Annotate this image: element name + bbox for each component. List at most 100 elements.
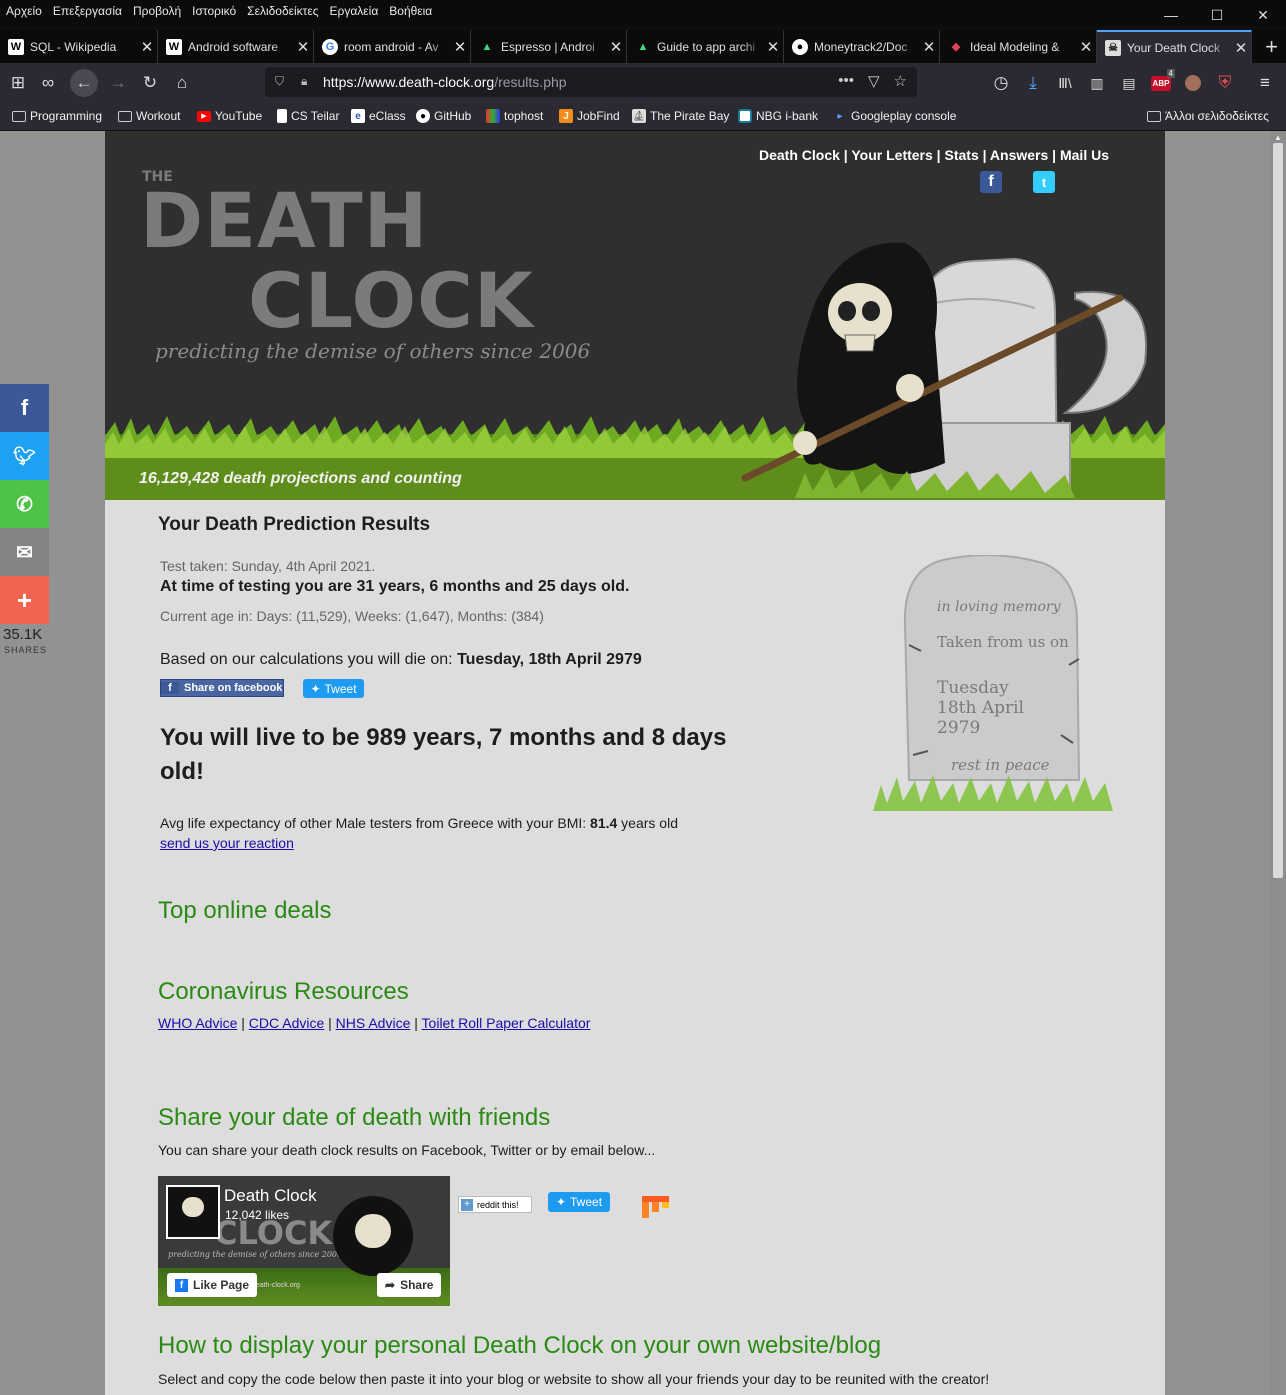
whatsapp-icon[interactable]: ✆ bbox=[0, 480, 49, 528]
bookmark-tophost[interactable]: tophost bbox=[486, 109, 543, 123]
facebook-page-widget[interactable]: CLOCK predicting the demise of others si… bbox=[158, 1176, 450, 1306]
facebook-share-button[interactable]: f Share on facebook bbox=[160, 679, 284, 697]
bookmark-pirate-bay[interactable]: ⛵︎ The Pirate Bay bbox=[632, 109, 729, 123]
tab-sql-wikipedia[interactable]: W SQL - Wikipedia ✕ bbox=[0, 30, 158, 63]
cdc-advice-link[interactable]: CDC Advice bbox=[249, 1015, 324, 1031]
nav-answers[interactable]: Answers bbox=[990, 147, 1048, 163]
bookmark-workout[interactable]: Workout bbox=[118, 109, 180, 123]
avatar-icon[interactable] bbox=[1179, 69, 1207, 97]
like-page-button[interactable]: f Like Page bbox=[167, 1273, 258, 1297]
forward-icon[interactable]: → bbox=[104, 69, 132, 97]
lock-icon[interactable]: 🔒︎ bbox=[301, 74, 307, 89]
adblock-plus-icon[interactable]: ABP 4 bbox=[1147, 69, 1175, 97]
url-text[interactable]: https://www.death-clock.org/results.php bbox=[323, 74, 567, 90]
close-tab-icon[interactable]: ✕ bbox=[137, 38, 157, 56]
scrollbar-thumb[interactable] bbox=[1273, 143, 1283, 878]
new-tab-icon[interactable]: + bbox=[1265, 34, 1278, 60]
tab-title: Guide to app archi bbox=[657, 39, 756, 54]
page-scrollbar[interactable]: ▲ bbox=[1270, 131, 1286, 1395]
page-avatar[interactable] bbox=[166, 1185, 220, 1239]
tab-moneytrack[interactable]: ● Moneytrack2/Doc ✕ bbox=[784, 30, 940, 63]
url-path: /results.php bbox=[494, 74, 567, 90]
menu-history[interactable]: Ιστορικό bbox=[192, 4, 236, 18]
page-actions-icon[interactable]: ••• bbox=[838, 72, 854, 90]
tab-guide-app-arch[interactable]: ▲ Guide to app archi ✕ bbox=[627, 30, 784, 63]
close-tab-icon[interactable]: ✕ bbox=[919, 38, 939, 56]
github-icon: ● bbox=[792, 38, 808, 55]
tweet-button[interactable]: ✦ Tweet bbox=[303, 679, 364, 698]
tweet-button-2[interactable]: ✦ Tweet bbox=[548, 1192, 610, 1212]
menu-help[interactable]: Βοήθεια bbox=[389, 4, 432, 18]
twitter-icon[interactable]: 🐦︎ bbox=[0, 432, 49, 480]
close-tab-icon[interactable]: ✕ bbox=[1231, 39, 1251, 57]
menu-tools[interactable]: Εργαλεία bbox=[330, 4, 379, 18]
scroll-up-icon[interactable]: ▲ bbox=[1274, 133, 1282, 142]
history-clock-icon[interactable]: ◷ bbox=[987, 69, 1015, 97]
back-icon[interactable]: ← bbox=[70, 69, 98, 97]
toilet-roll-calculator-link[interactable]: Toilet Roll Paper Calculator bbox=[422, 1015, 591, 1031]
sidebar-icon[interactable]: ▥ bbox=[1083, 69, 1111, 97]
download-icon[interactable]: ⤓ bbox=[1019, 69, 1047, 97]
bookmark-cs-teilar[interactable]: CS Teilar bbox=[277, 109, 339, 123]
hamburger-menu-icon[interactable]: ≡ bbox=[1251, 69, 1279, 97]
close-window-icon[interactable]: ✕ bbox=[1240, 0, 1286, 30]
tab-room-android[interactable]: G room android - Av ✕ bbox=[314, 30, 471, 63]
nav-your-letters[interactable]: Your Letters bbox=[851, 147, 932, 163]
facebook-icon[interactable]: f bbox=[0, 384, 49, 432]
library-icon[interactable]: Ⅲ\ bbox=[1051, 69, 1079, 97]
bookmark-eclass[interactable]: e eClass bbox=[351, 109, 406, 123]
bookmark-github[interactable]: ● GitHub bbox=[416, 109, 471, 123]
projection-count: 16,129,428 death projections and countin… bbox=[139, 470, 462, 487]
bookmark-nbg[interactable]: NBG i-bank bbox=[738, 109, 818, 123]
private-mask-icon[interactable]: ∞ bbox=[34, 69, 62, 97]
tomb-line4: 18th April bbox=[937, 698, 1024, 718]
logo-death: DEATH bbox=[140, 176, 429, 265]
bookmark-jobfind[interactable]: J JobFind bbox=[559, 109, 620, 123]
mix-share-icon[interactable] bbox=[640, 1192, 672, 1220]
menu-file[interactable]: Αρχείο bbox=[6, 4, 42, 18]
home-icon[interactable]: ⌂ bbox=[168, 69, 196, 97]
menu-bookmarks[interactable]: Σελιδοδείκτες bbox=[247, 4, 318, 18]
url-bar[interactable]: ⛉ 🔒︎ https://www.death-clock.org/results… bbox=[265, 67, 917, 97]
more-share-icon[interactable]: + bbox=[0, 576, 49, 624]
reader-icon[interactable]: ▤ bbox=[1115, 69, 1143, 97]
bookmark-label: GitHub bbox=[434, 109, 472, 123]
reddit-label: reddit this! bbox=[477, 1199, 519, 1210]
facebook-icon[interactable]: f bbox=[980, 171, 1002, 193]
nhs-advice-link[interactable]: NHS Advice bbox=[336, 1015, 411, 1031]
bookmark-googleplay[interactable]: ▸ Googleplay console bbox=[833, 109, 956, 123]
bookmark-programming[interactable]: Programming bbox=[12, 109, 102, 123]
who-advice-link[interactable]: WHO Advice bbox=[158, 1015, 237, 1031]
tab-ideal-modeling[interactable]: ◆ Ideal Modeling & ✕ bbox=[940, 30, 1097, 63]
close-tab-icon[interactable]: ✕ bbox=[763, 38, 783, 56]
folder-icon bbox=[118, 110, 132, 122]
tracking-shield-icon[interactable]: ⛉ bbox=[275, 74, 284, 89]
menu-edit[interactable]: Επεξεργασία bbox=[53, 4, 122, 18]
nav-mail-us[interactable]: Mail Us bbox=[1060, 147, 1109, 163]
send-reaction-link[interactable]: send us your reaction bbox=[160, 835, 294, 851]
maximize-icon[interactable]: ☐ bbox=[1194, 0, 1240, 30]
close-tab-icon[interactable]: ✕ bbox=[450, 38, 470, 56]
tab-android-software[interactable]: W Android software ✕ bbox=[158, 30, 314, 63]
close-tab-icon[interactable]: ✕ bbox=[1076, 38, 1096, 56]
bookmark-youtube[interactable]: ▶ YouTube bbox=[197, 109, 262, 123]
close-tab-icon[interactable]: ✕ bbox=[606, 38, 626, 56]
close-tab-icon[interactable]: ✕ bbox=[293, 38, 313, 56]
share-page-button[interactable]: ➦ Share bbox=[377, 1273, 442, 1297]
minimize-icon[interactable]: — bbox=[1148, 0, 1194, 30]
reload-icon[interactable]: ↻ bbox=[136, 69, 164, 97]
bookmark-star-icon[interactable]: ☆ bbox=[894, 72, 907, 90]
page-name[interactable]: Death Clock bbox=[224, 1186, 317, 1206]
twitter-icon[interactable]: t bbox=[1033, 171, 1055, 193]
nav-death-clock[interactable]: Death Clock bbox=[759, 147, 840, 163]
menu-view[interactable]: Προβολή bbox=[133, 4, 181, 18]
other-bookmarks[interactable]: Άλλοι σελιδοδείκτες bbox=[1147, 109, 1269, 123]
pocket-icon[interactable]: ▽ bbox=[868, 72, 880, 90]
nav-stats[interactable]: Stats bbox=[945, 147, 979, 163]
shield-extension-icon[interactable]: ⛨ bbox=[1211, 69, 1239, 97]
sidebar-toggle-icon[interactable]: ⊞ bbox=[4, 69, 32, 97]
reddit-button[interactable]: + reddit this! bbox=[458, 1196, 532, 1213]
tab-espresso[interactable]: ▲ Espresso | Androi ✕ bbox=[471, 30, 627, 63]
tab-death-clock[interactable]: ☠ Your Death Clock ✕ bbox=[1097, 30, 1252, 63]
email-icon[interactable]: ✉ bbox=[0, 528, 49, 576]
